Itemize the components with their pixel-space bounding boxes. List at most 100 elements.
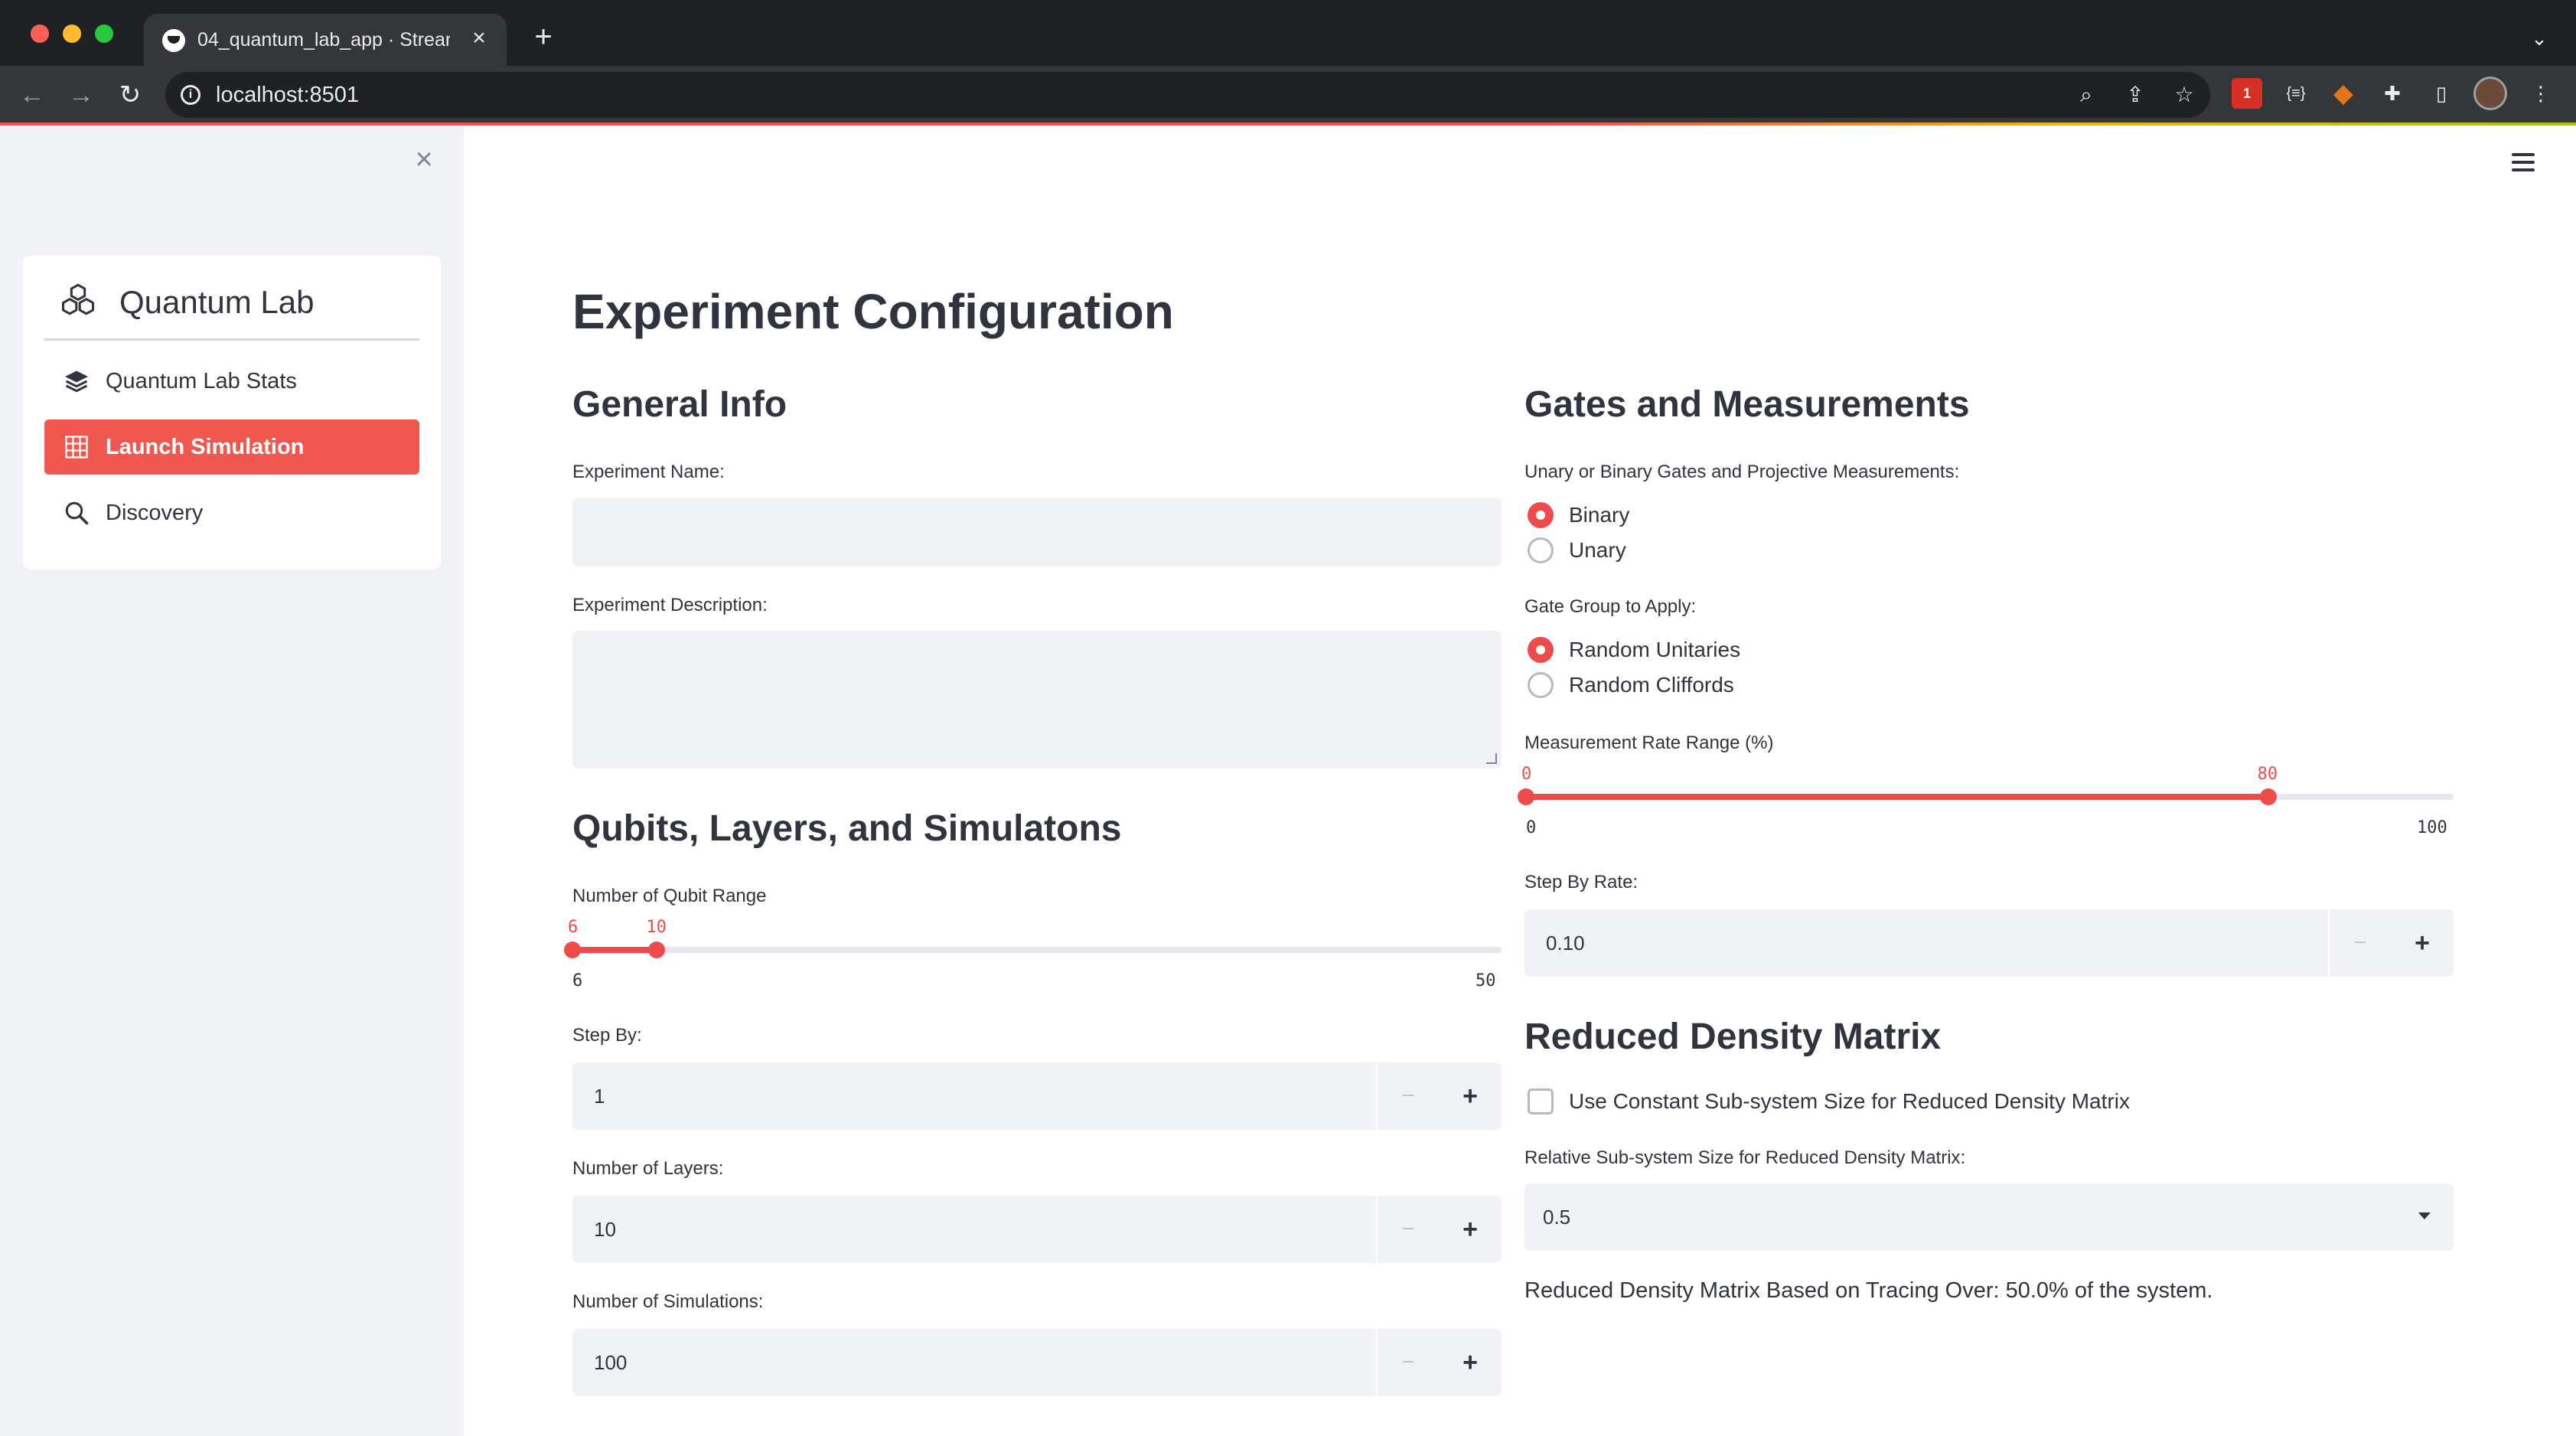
step-by-rate-label: Step By Rate: xyxy=(1524,872,1639,893)
experiment-name-label: Experiment Name: xyxy=(572,462,725,482)
step-by-decrement-button[interactable]: − xyxy=(1376,1062,1439,1130)
side-panel-icon[interactable]: ▯ xyxy=(2426,78,2457,109)
radio-binary-label[interactable]: Binary xyxy=(1569,501,1629,529)
gate-type-label: Unary or Binary Gates and Projective Mea… xyxy=(1524,462,1960,482)
measurement-rate-fill xyxy=(1526,794,2268,800)
menu-item-label: Launch Simulation xyxy=(106,435,305,459)
number-of-layers-value[interactable]: 10 xyxy=(594,1216,616,1243)
json-extension-icon[interactable]: {≡} xyxy=(2281,78,2311,109)
bookmark-star-icon[interactable]: ☆ xyxy=(2170,81,2198,109)
rate-decrement-button[interactable]: − xyxy=(2328,909,2391,977)
qubit-range-high-thumb[interactable] xyxy=(648,942,666,958)
relative-subsystem-size-value: 0.5 xyxy=(1543,1206,1571,1229)
measurement-rate-high-value: 80 xyxy=(2257,765,2278,784)
experiment-description-textarea[interactable] xyxy=(572,631,1502,769)
qubit-range-low-thumb[interactable] xyxy=(564,942,581,958)
tab-close-icon[interactable]: × xyxy=(465,24,493,52)
number-of-simulations-value[interactable]: 100 xyxy=(594,1349,627,1376)
browser-menu-icon[interactable]: ⋮ xyxy=(2525,78,2556,109)
radio-random-unitaries-label[interactable]: Random Unitaries xyxy=(1569,636,1740,664)
tab-title: 04_quantum_lab_app · Streamlit xyxy=(197,29,450,51)
browser-toolbar: ← → ↻ i localhost:8501 ⌕ ⇪ ☆ xyxy=(0,66,2576,124)
measurement-rate-low-thumb[interactable] xyxy=(1518,788,1534,805)
simulations-decrement-button[interactable]: − xyxy=(1376,1329,1439,1396)
profile-avatar[interactable] xyxy=(2473,77,2507,110)
forward-arrow-icon[interactable]: → xyxy=(66,80,96,110)
address-bar[interactable]: i localhost:8501 ⌕ ⇪ ☆ xyxy=(165,72,2210,118)
menu-divider xyxy=(44,338,419,341)
measurement-rate-max-tick: 100 xyxy=(2417,818,2447,837)
radio-unary[interactable] xyxy=(1528,537,1554,563)
rate-increment-button[interactable]: + xyxy=(2391,909,2454,977)
qubit-range-max-tick: 50 xyxy=(1475,971,1496,991)
browser-tab[interactable]: 04_quantum_lab_app · Streamlit × xyxy=(144,14,507,66)
option-menu: Quantum Lab Quantum Lab Stats Launch Sim… xyxy=(23,256,441,570)
radio-unary-label[interactable]: Unary xyxy=(1569,537,1626,564)
browser-tab-bar: 04_quantum_lab_app · Streamlit × + ⌄ xyxy=(0,0,2576,66)
number-of-simulations-label: Number of Simulations: xyxy=(572,1291,764,1312)
step-by-label: Step By: xyxy=(572,1025,642,1046)
extension-badge-icon[interactable]: 1 xyxy=(2232,78,2262,109)
qubit-range-label: Number of Qubit Range xyxy=(572,886,767,906)
layers-increment-button[interactable]: + xyxy=(1439,1196,1502,1263)
tab-search-chevron-icon[interactable]: ⌄ xyxy=(2525,24,2553,52)
sidebar-close-icon[interactable]: × xyxy=(409,144,439,175)
layers-decrement-button[interactable]: − xyxy=(1376,1196,1439,1263)
page-title: Experiment Configuration xyxy=(572,284,1174,339)
menu-item-discovery[interactable]: Discovery xyxy=(44,485,419,540)
experiment-name-input[interactable] xyxy=(572,498,1502,566)
qubit-range-track xyxy=(572,947,1502,953)
url-text[interactable]: localhost:8501 xyxy=(216,81,359,109)
constant-subsystem-checkbox-label[interactable]: Use Constant Sub-system Size for Reduced… xyxy=(1569,1088,2130,1115)
resize-grip-icon[interactable] xyxy=(1486,753,1497,764)
menu-title: Quantum Lab xyxy=(119,284,315,320)
measurement-rate-label: Measurement Rate Range (%) xyxy=(1524,733,1774,753)
measurement-rate-min-tick: 0 xyxy=(1526,818,1537,837)
share-icon[interactable]: ⇪ xyxy=(2121,81,2149,109)
new-tab-button[interactable]: + xyxy=(528,21,559,52)
site-info-icon[interactable]: i xyxy=(181,85,201,105)
window-zoom-button[interactable] xyxy=(95,24,113,43)
radio-random-cliffords-label[interactable]: Random Cliffords xyxy=(1569,671,1734,699)
qubits-layers-heading: Qubits, Layers, and Simulatons xyxy=(572,808,1122,849)
simulations-increment-button[interactable]: + xyxy=(1439,1329,1502,1396)
window-close-button[interactable] xyxy=(31,24,49,43)
streamlit-favicon-icon xyxy=(162,29,185,52)
radio-random-unitaries[interactable] xyxy=(1528,637,1554,663)
measurement-rate-high-thumb[interactable] xyxy=(2259,788,2277,805)
step-by-value[interactable]: 1 xyxy=(594,1082,605,1110)
gate-group-label: Gate Group to Apply: xyxy=(1524,596,1697,617)
extensions-puzzle-icon[interactable]: ✚ xyxy=(2377,78,2408,109)
menu-item-quantum-lab-stats[interactable]: Quantum Lab Stats xyxy=(44,354,419,409)
menu-item-launch-simulation[interactable]: Launch Simulation xyxy=(44,419,419,475)
window-minimize-button[interactable] xyxy=(63,24,81,43)
zoom-icon[interactable]: ⌕ xyxy=(2072,81,2100,109)
experiment-description-label: Experiment Description: xyxy=(572,595,768,615)
qubit-range-min-tick: 6 xyxy=(572,971,583,991)
chevron-down-icon[interactable] xyxy=(2418,1212,2431,1219)
number-of-layers-input[interactable]: 10 − + xyxy=(572,1196,1502,1263)
metamask-fox-icon[interactable]: ◆ xyxy=(2328,78,2359,109)
constant-subsystem-checkbox[interactable] xyxy=(1528,1088,1554,1115)
step-by-rate-input[interactable]: 0.10 − + xyxy=(1524,909,2454,977)
radio-random-cliffords[interactable] xyxy=(1528,672,1554,698)
number-of-layers-label: Number of Layers: xyxy=(572,1158,724,1179)
step-by-rate-value[interactable]: 0.10 xyxy=(1546,929,1585,957)
search-icon xyxy=(65,501,89,525)
reduced-density-matrix-heading: Reduced Density Matrix xyxy=(1524,1017,1942,1057)
reduced-density-summary: Reduced Density Matrix Based on Tracing … xyxy=(1524,1278,2213,1303)
hamburger-menu-icon[interactable] xyxy=(2512,148,2535,176)
step-by-increment-button[interactable]: + xyxy=(1439,1062,1502,1130)
back-arrow-icon[interactable]: ← xyxy=(17,80,47,110)
radio-binary[interactable] xyxy=(1528,502,1554,528)
reload-icon[interactable]: ↻ xyxy=(115,80,145,110)
menu-item-label: Discovery xyxy=(106,501,204,525)
relative-subsystem-size-select[interactable]: 0.5 xyxy=(1524,1183,2454,1251)
sidebar: × Quantum Lab Quantum Lab Stats Launch S… xyxy=(0,126,464,1436)
gates-measurements-heading: Gates and Measurements xyxy=(1524,384,1970,425)
layers-icon xyxy=(65,370,88,393)
qubit-range-high-value: 10 xyxy=(646,918,667,937)
step-by-input[interactable]: 1 − + xyxy=(572,1062,1502,1130)
qubit-range-low-value: 6 xyxy=(568,918,579,937)
number-of-simulations-input[interactable]: 100 − + xyxy=(572,1329,1502,1396)
